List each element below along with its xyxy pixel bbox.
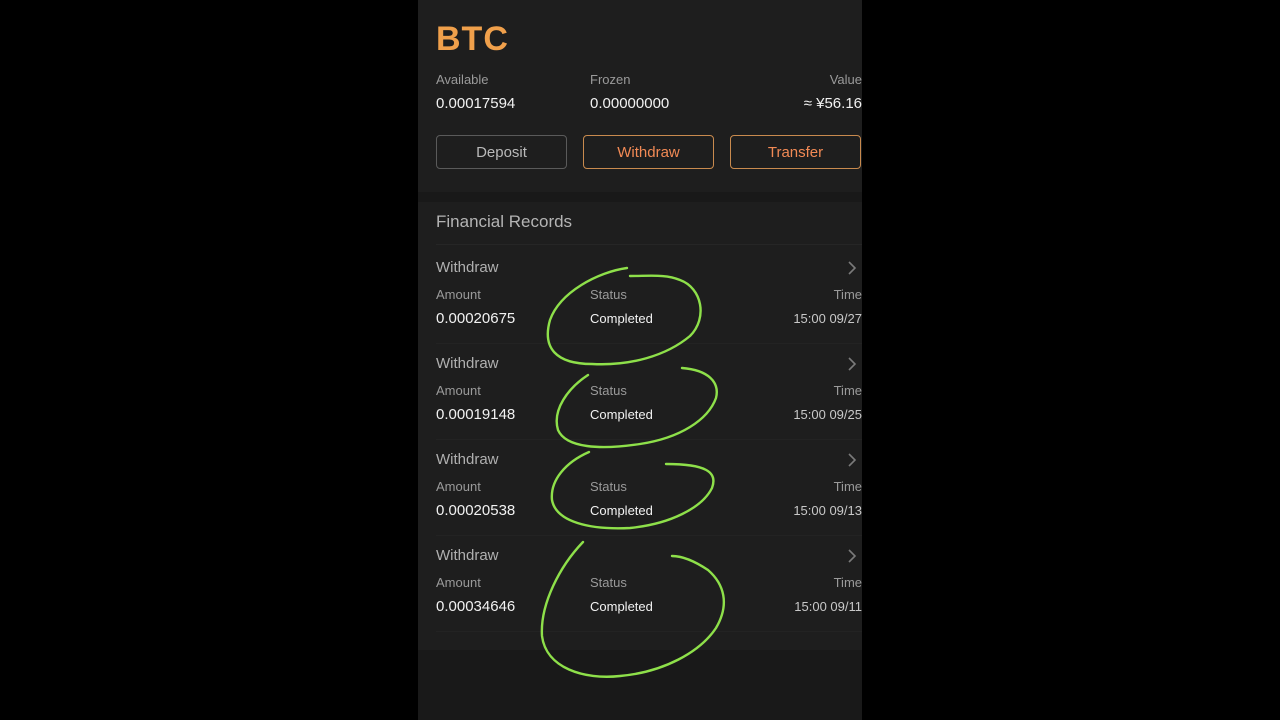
asset-summary-card: BTC Available 0.00017594 Frozen 0.000000… — [418, 0, 862, 192]
amount-label: Amount — [436, 479, 481, 494]
record-divider — [436, 343, 862, 344]
deposit-button[interactable]: Deposit — [436, 135, 567, 169]
record-type: Withdraw — [436, 355, 499, 372]
record-time: 15:00 09/11 — [794, 599, 862, 614]
record-type: Withdraw — [436, 451, 499, 468]
record-time: 15:00 09/25 — [793, 407, 862, 422]
value-amount: ≈ ¥56.16 — [803, 95, 862, 112]
status-label: Status — [590, 287, 627, 302]
time-label: Time — [833, 383, 862, 398]
time-label: Time — [833, 287, 862, 302]
chevron-right-icon — [848, 261, 857, 275]
record-divider — [436, 535, 862, 536]
record-row[interactable]: Withdraw Amount Status Time 0.00020675 C… — [418, 259, 862, 355]
record-amount: 0.00020675 — [436, 310, 516, 327]
records-divider — [436, 244, 862, 245]
record-amount: 0.00019148 — [436, 406, 516, 423]
record-status: Completed — [590, 599, 653, 614]
record-divider — [436, 439, 862, 440]
records-title: Financial Records — [436, 212, 573, 231]
amount-label: Amount — [436, 575, 481, 590]
status-label: Status — [590, 575, 627, 590]
record-status: Completed — [590, 311, 653, 326]
amount-label: Amount — [436, 287, 481, 302]
frozen-label: Frozen — [590, 72, 631, 87]
amount-label: Amount — [436, 383, 481, 398]
record-time: 15:00 09/27 — [793, 311, 862, 326]
chevron-right-icon — [848, 357, 857, 371]
record-amount: 0.00020538 — [436, 502, 516, 519]
chevron-right-icon — [848, 549, 857, 563]
record-divider — [436, 631, 862, 632]
record-type: Withdraw — [436, 547, 499, 564]
record-status: Completed — [590, 407, 653, 422]
financial-records-section: Financial Records Withdraw Amount Status… — [418, 202, 862, 650]
record-amount: 0.00034646 — [436, 598, 516, 615]
record-row[interactable]: Withdraw Amount Status Time 0.00020538 C… — [418, 451, 862, 547]
time-label: Time — [833, 479, 862, 494]
status-label: Status — [590, 479, 627, 494]
coin-title: BTC — [436, 20, 509, 58]
record-row[interactable]: Withdraw Amount Status Time 0.00019148 C… — [418, 355, 862, 451]
record-status: Completed — [590, 503, 653, 518]
withdraw-button[interactable]: Withdraw — [583, 135, 714, 169]
time-label: Time — [833, 575, 862, 590]
frozen-value: 0.00000000 — [590, 95, 670, 112]
chevron-right-icon — [848, 453, 857, 467]
status-label: Status — [590, 383, 627, 398]
record-row[interactable]: Withdraw Amount Status Time 0.00034646 C… — [418, 547, 862, 643]
available-label: Available — [436, 72, 489, 87]
asset-detail-screen: BTC Available 0.00017594 Frozen 0.000000… — [418, 0, 862, 720]
transfer-button[interactable]: Transfer — [730, 135, 861, 169]
record-time: 15:00 09/13 — [793, 503, 862, 518]
record-type: Withdraw — [436, 259, 499, 276]
available-value: 0.00017594 — [436, 95, 516, 112]
value-label: Value — [829, 72, 862, 87]
